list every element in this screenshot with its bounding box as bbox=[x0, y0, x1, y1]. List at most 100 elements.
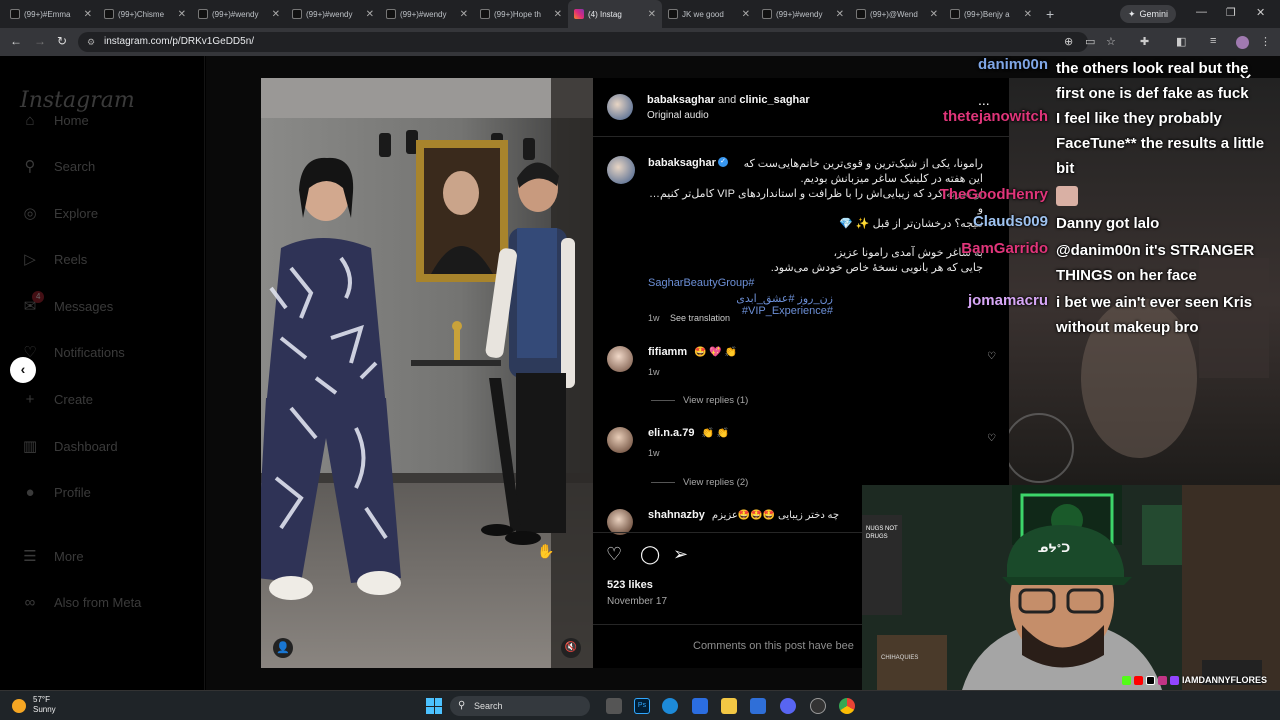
gemini-label: Gemini bbox=[1139, 9, 1169, 19]
comment-bubble-icon[interactable]: ◯ bbox=[640, 544, 660, 565]
bag-text: CHIHAQUIES bbox=[881, 655, 919, 661]
post-media[interactable]: 👤 🔇 bbox=[261, 78, 593, 668]
site-info-icon[interactable]: ⚙ bbox=[87, 32, 95, 52]
chat-username: Clauds009 bbox=[972, 213, 1048, 230]
browser-tab[interactable]: JK we good ✕ bbox=[662, 0, 756, 28]
zoom-icon[interactable]: ⊕ bbox=[1064, 35, 1073, 48]
likes-count[interactable]: 523 likes bbox=[607, 579, 653, 591]
media-icon[interactable]: ≡ bbox=[1210, 35, 1216, 47]
new-tab-button[interactable]: + bbox=[1046, 6, 1062, 22]
taskbar-search[interactable]: ⚲ Search bbox=[450, 696, 590, 716]
browser-tab[interactable]: (99+)Chisme ✕ bbox=[98, 0, 192, 28]
caption-avatar[interactable] bbox=[607, 156, 635, 184]
chat-message: @danim00n it's STRANGER THINGS on her fa… bbox=[1056, 242, 1255, 284]
reload-icon[interactable]: ↻ bbox=[57, 34, 67, 48]
mute-icon[interactable]: 🔇 bbox=[561, 638, 581, 658]
view-replies-button[interactable]: View replies (1) bbox=[651, 395, 748, 406]
file-explorer-icon[interactable] bbox=[721, 698, 737, 714]
browser-tab[interactable]: (99+)#Emma ✕ bbox=[4, 0, 98, 28]
tab-close-icon[interactable]: ✕ bbox=[272, 9, 280, 20]
minimize-icon[interactable]: — bbox=[1196, 6, 1207, 18]
header-avatar[interactable] bbox=[607, 94, 633, 120]
tab-favicon-icon bbox=[856, 9, 866, 19]
taskbar-search-label: Search bbox=[474, 701, 503, 711]
comment-like-icon[interactable]: ♡ bbox=[987, 433, 996, 444]
browser-tab[interactable]: (99+)Benjy a ✕ bbox=[944, 0, 1038, 28]
browser-tab[interactable]: (99+)@Wend ✕ bbox=[850, 0, 944, 28]
back-icon[interactable]: ← bbox=[10, 34, 22, 48]
tab-close-icon[interactable]: ✕ bbox=[84, 9, 92, 20]
sidepanel-icon[interactable]: ◧ bbox=[1176, 35, 1186, 48]
tab-close-icon[interactable]: ✕ bbox=[742, 9, 750, 20]
weather-widget[interactable]: 57°F Sunny bbox=[33, 695, 56, 715]
audio-label[interactable]: Original audio bbox=[647, 110, 709, 121]
hashtag-link[interactable]: SagharBeautyGroup# bbox=[648, 277, 754, 289]
tagged-users-icon[interactable]: 👤 bbox=[273, 638, 293, 658]
view-replies-button[interactable]: View replies (2) bbox=[651, 477, 748, 488]
store-icon[interactable] bbox=[692, 698, 708, 714]
comment-avatar[interactable] bbox=[607, 346, 633, 372]
windows-start-icon[interactable] bbox=[426, 698, 442, 714]
extensions-icon[interactable]: ✚ bbox=[1140, 35, 1149, 48]
tab-favicon-icon bbox=[386, 9, 396, 19]
tab-close-icon[interactable]: ✕ bbox=[554, 9, 562, 20]
browser-tab[interactable]: (99+)#wendy ✕ bbox=[192, 0, 286, 28]
header-username[interactable]: babaksaghar bbox=[647, 94, 715, 106]
comment-like-icon[interactable]: ♡ bbox=[987, 351, 996, 362]
tab-title: (99+)#wendy bbox=[212, 9, 259, 19]
browser-tab[interactable]: (4) Instag ✕ bbox=[568, 0, 662, 28]
photoshop-icon[interactable]: Ps bbox=[634, 698, 650, 714]
close-window-icon[interactable]: ✕ bbox=[1256, 6, 1265, 19]
obs-icon[interactable] bbox=[810, 698, 826, 714]
tab-title: (99+)#wendy bbox=[306, 9, 353, 19]
address-bar[interactable]: ⚙ instagram.com/p/DRKv1GeDD5n/ bbox=[78, 32, 1088, 52]
comment-username[interactable]: eli.n.a.79 bbox=[648, 427, 694, 439]
streamer-webcam: ᓄᔭᐤᑐ NUGS NOT DRUGS CHIHAQUIES IAMDANNYF… bbox=[862, 485, 1280, 690]
profile-avatar-icon[interactable] bbox=[1236, 36, 1249, 49]
discord-icon[interactable] bbox=[780, 698, 796, 714]
header-collab-username[interactable]: clinic_saghar bbox=[739, 94, 809, 106]
cast-icon[interactable]: ▭ bbox=[1085, 35, 1095, 48]
tab-favicon-icon bbox=[198, 9, 208, 19]
watermark-handle: IAMDANNYFLORES bbox=[1182, 675, 1267, 685]
tab-close-icon[interactable]: ✕ bbox=[648, 9, 656, 20]
weather-sun-icon[interactable] bbox=[12, 699, 26, 713]
browser-tab[interactable]: (99+)Hope th ✕ bbox=[474, 0, 568, 28]
tab-close-icon[interactable]: ✕ bbox=[836, 9, 844, 20]
webcam-scene bbox=[862, 485, 1280, 690]
tab-favicon-icon bbox=[668, 9, 678, 19]
comment-avatar[interactable] bbox=[607, 427, 633, 453]
mouse-cursor-icon: ✋ bbox=[537, 543, 555, 559]
forward-icon[interactable]: → bbox=[34, 34, 46, 48]
browser-tab[interactable]: (99+)#wendy ✕ bbox=[286, 0, 380, 28]
browser-menu-icon[interactable]: ⋮ bbox=[1260, 35, 1271, 48]
browser-tab[interactable]: (99+)#wendy ✕ bbox=[756, 0, 850, 28]
like-heart-icon[interactable]: ♡ bbox=[606, 544, 622, 565]
post-date: November 17 bbox=[607, 596, 668, 607]
task-view-icon[interactable] bbox=[606, 698, 622, 714]
browser-tab[interactable]: (99+)#wendy ✕ bbox=[380, 0, 474, 28]
comment: fifiamm 🤩 💖 👏 bbox=[648, 346, 737, 358]
share-send-icon[interactable]: ➢ bbox=[673, 544, 688, 565]
tab-title: (99+)Chisme bbox=[118, 9, 165, 19]
restore-icon[interactable]: ❐ bbox=[1226, 6, 1236, 19]
gemini-button[interactable]: ✦ Gemini bbox=[1120, 5, 1177, 23]
sign-text: NUGS NOT DRUGS bbox=[866, 526, 898, 540]
search-icon: ⚲ bbox=[458, 700, 466, 711]
comment-username[interactable]: shahnazby bbox=[648, 509, 705, 521]
tab-close-icon[interactable]: ✕ bbox=[460, 9, 468, 20]
tab-close-icon[interactable]: ✕ bbox=[930, 9, 938, 20]
comment: eli.n.a.79 👏 👏 bbox=[648, 427, 729, 439]
chrome-icon[interactable] bbox=[839, 698, 855, 714]
previous-post-arrow-icon[interactable]: ‹ bbox=[10, 357, 36, 383]
tab-close-icon[interactable]: ✕ bbox=[1024, 9, 1032, 20]
edge-icon[interactable] bbox=[662, 698, 678, 714]
tab-close-icon[interactable]: ✕ bbox=[366, 9, 374, 20]
see-translation-link[interactable]: See translation bbox=[670, 313, 730, 323]
outlook-icon[interactable] bbox=[750, 698, 766, 714]
more-options-icon[interactable]: ... bbox=[978, 92, 990, 108]
bookmark-star-icon[interactable]: ☆ bbox=[1106, 35, 1116, 48]
comment-username[interactable]: fifiamm bbox=[648, 346, 687, 358]
tab-title: (99+)Hope th bbox=[494, 9, 541, 19]
tab-close-icon[interactable]: ✕ bbox=[178, 9, 186, 20]
